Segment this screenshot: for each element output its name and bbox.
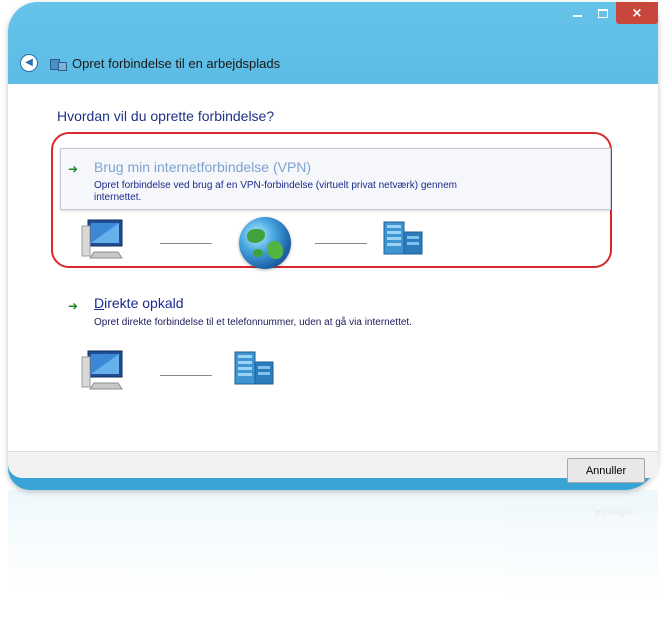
back-button[interactable]: ◀ bbox=[20, 54, 38, 72]
window-controls: × bbox=[564, 2, 658, 28]
globe-icon bbox=[239, 217, 291, 269]
connection-line bbox=[315, 243, 367, 244]
close-icon: × bbox=[631, 5, 643, 21]
option-vpn-description-line1: Opret forbindelse ved brug af en VPN-for… bbox=[94, 180, 457, 191]
minimize-button[interactable] bbox=[564, 2, 590, 24]
green-arrow-icon: ➜ bbox=[68, 162, 79, 176]
close-button[interactable]: × bbox=[616, 2, 658, 24]
page-heading: Hvordan vil du oprette forbindelse? bbox=[57, 108, 275, 124]
option-dialup-title[interactable]: Direkte opkald bbox=[94, 295, 184, 311]
option-dialup-accesskey: D bbox=[94, 295, 105, 311]
window-title: Opret forbindelse til en arbejdsplads bbox=[72, 55, 281, 71]
option-dialup-title-rest: irekte opkald bbox=[104, 295, 184, 311]
network-workplace-icon bbox=[50, 56, 67, 71]
maximize-button[interactable] bbox=[590, 2, 616, 24]
option-vpn-description-line2: internettet. bbox=[94, 192, 142, 202]
computer-icon bbox=[81, 350, 123, 390]
option-vpn-title[interactable]: Brug min internetforbindelse (VPN) bbox=[94, 159, 311, 175]
connection-line bbox=[160, 375, 212, 376]
back-arrow-icon: ◀ bbox=[25, 57, 33, 68]
cancel-button[interactable]: Annuller bbox=[567, 458, 645, 483]
option-vpn[interactable] bbox=[60, 148, 611, 210]
green-arrow-icon: ➜ bbox=[68, 299, 79, 313]
title-bar: ◀ Opret forbindelse til en arbejdsplads bbox=[8, 42, 658, 84]
option-dialup-description: Opret direkte forbindelse til et telefon… bbox=[94, 317, 412, 328]
window-reflection: Annuller bbox=[8, 490, 658, 632]
server-icon bbox=[383, 221, 423, 255]
wizard-footer: Annuller bbox=[8, 451, 658, 483]
connection-line bbox=[160, 243, 212, 244]
reflection-text: Annuller bbox=[593, 506, 634, 518]
computer-icon bbox=[81, 219, 123, 259]
server-icon bbox=[234, 351, 274, 385]
